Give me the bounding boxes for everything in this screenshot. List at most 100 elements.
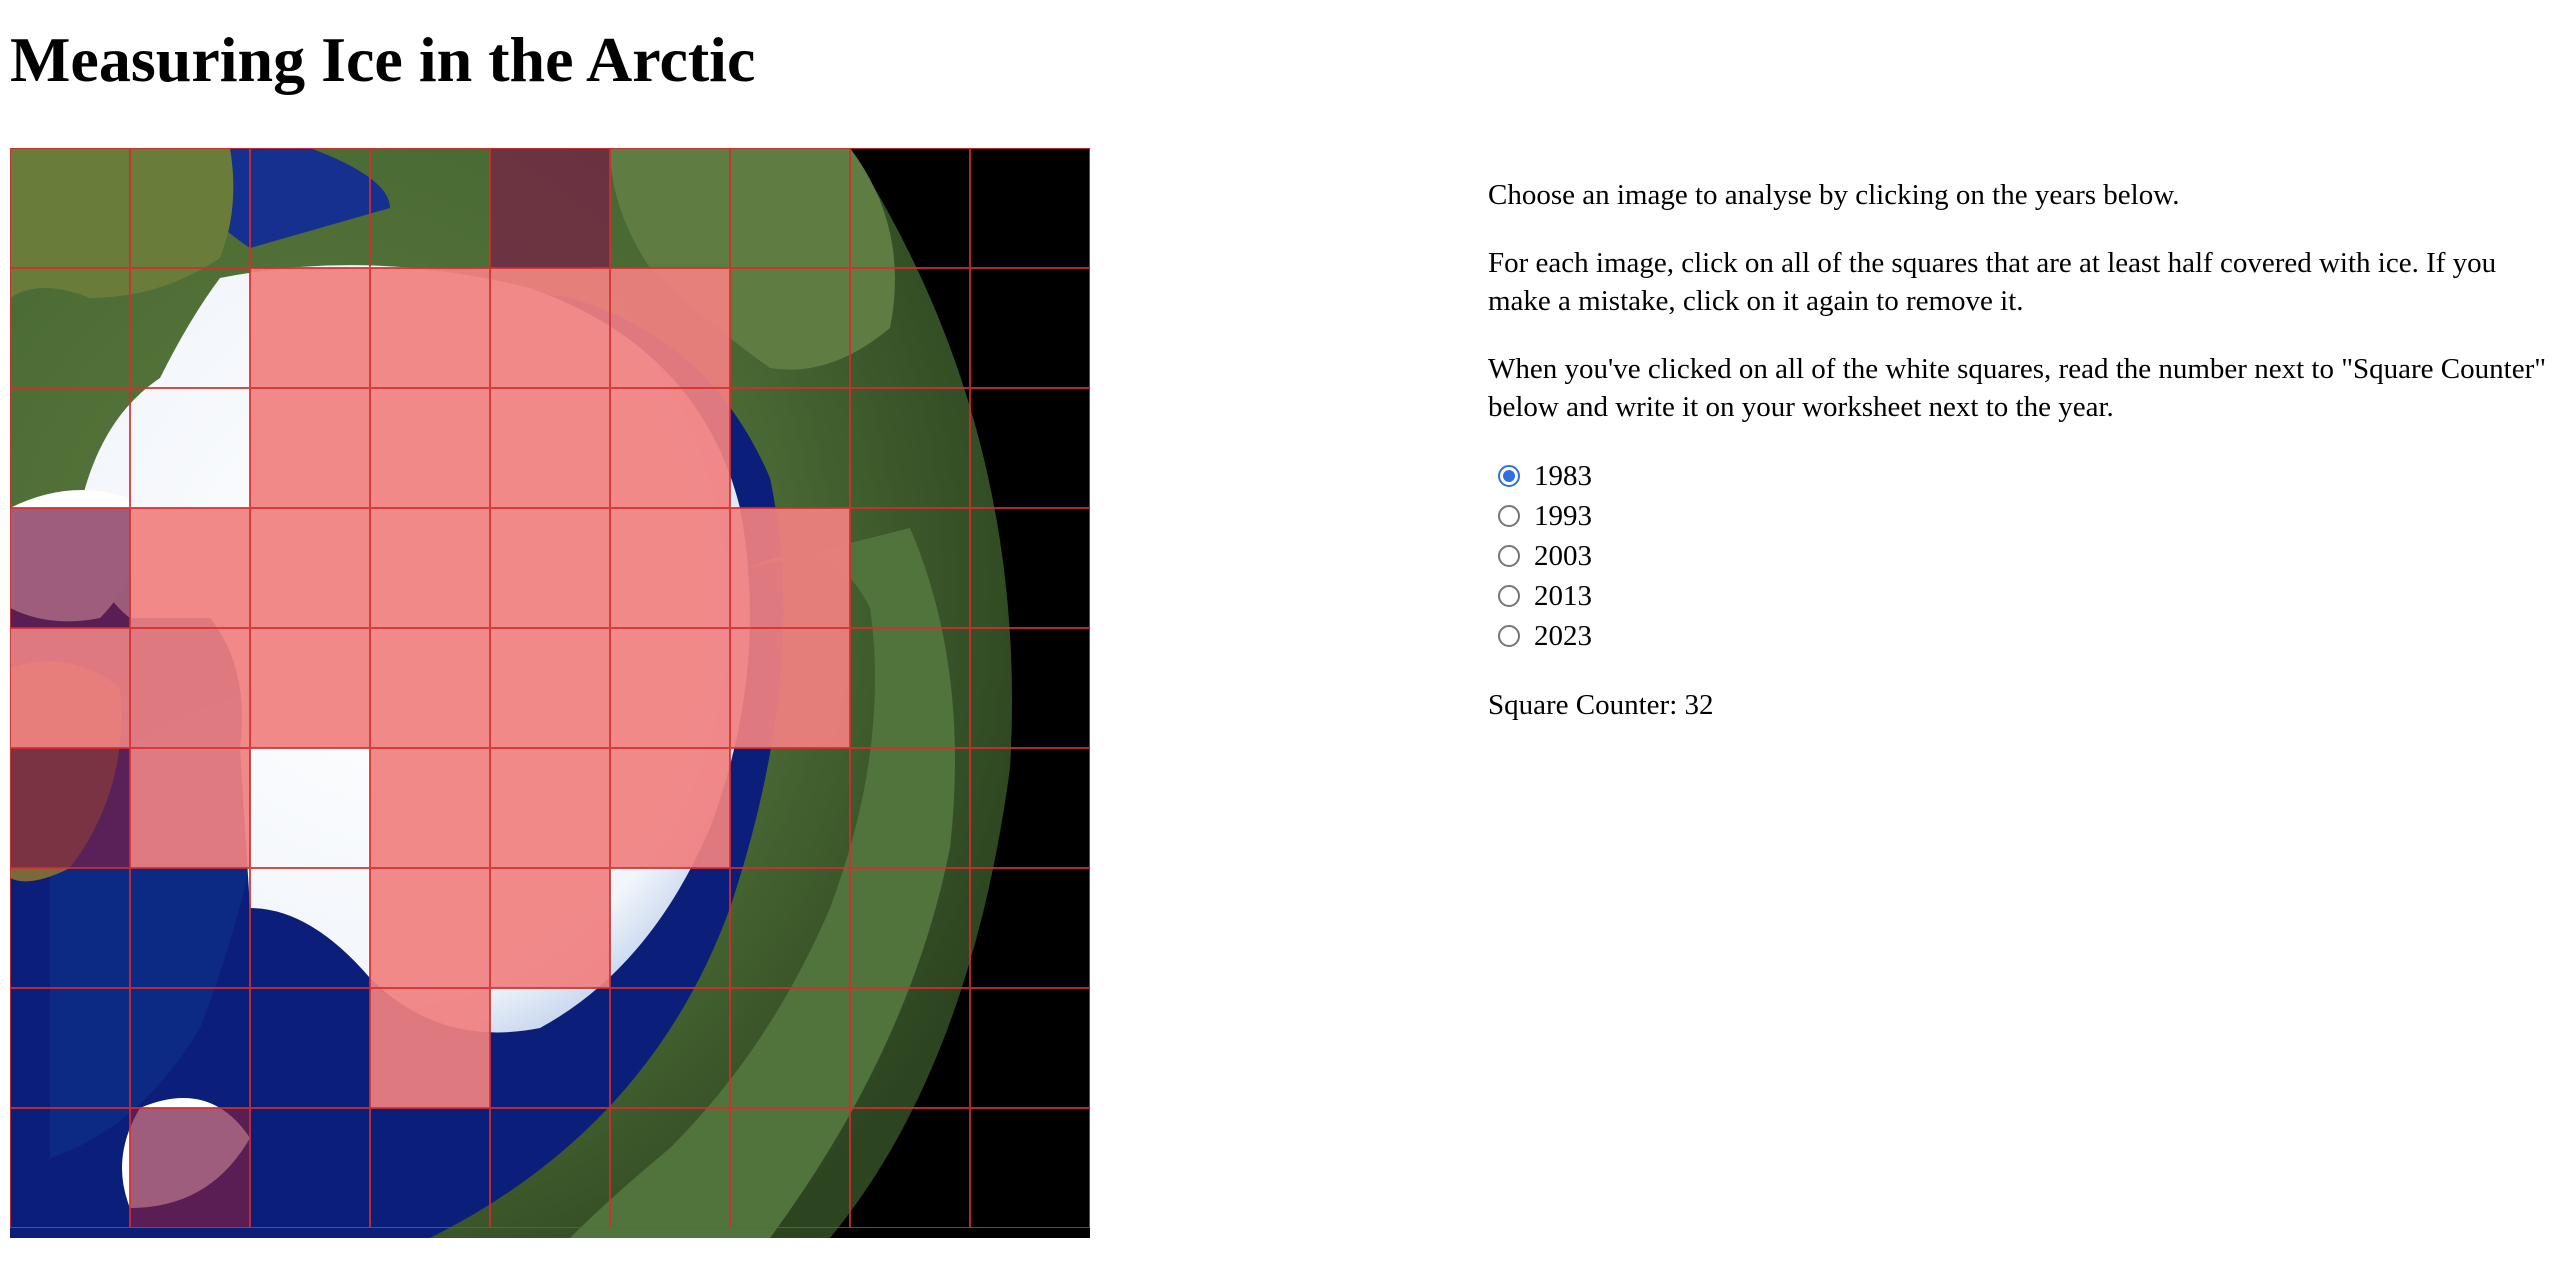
grid-cell[interactable] — [730, 868, 850, 988]
grid-cell[interactable] — [610, 148, 730, 268]
year-label-1983[interactable]: 1983 — [1534, 457, 1592, 495]
grid-cell[interactable] — [850, 868, 970, 988]
grid-cell[interactable] — [130, 268, 250, 388]
grid-cell[interactable] — [130, 628, 250, 748]
grid-cell[interactable] — [130, 388, 250, 508]
grid-cell[interactable] — [370, 748, 490, 868]
grid-cell[interactable] — [250, 628, 370, 748]
grid-cell[interactable] — [850, 148, 970, 268]
grid-cell[interactable] — [730, 748, 850, 868]
year-option-2013[interactable]: 2013 — [1488, 576, 2558, 616]
grid-cell[interactable] — [730, 988, 850, 1108]
radio-2023[interactable] — [1498, 625, 1520, 647]
grid-cell[interactable] — [250, 1108, 370, 1228]
grid-cell[interactable] — [610, 388, 730, 508]
grid-cell[interactable] — [610, 988, 730, 1108]
grid-cell[interactable] — [730, 1108, 850, 1228]
grid-cell[interactable] — [130, 508, 250, 628]
grid-cell[interactable] — [850, 628, 970, 748]
arctic-satellite-map[interactable] — [10, 148, 1090, 1238]
grid-cell[interactable] — [610, 1108, 730, 1228]
grid-cell[interactable] — [850, 1108, 970, 1228]
grid-cell[interactable] — [10, 508, 130, 628]
grid-cell[interactable] — [370, 868, 490, 988]
grid-cell[interactable] — [730, 268, 850, 388]
radio-1993[interactable] — [1498, 505, 1520, 527]
grid-cell[interactable] — [250, 268, 370, 388]
grid-cell[interactable] — [970, 508, 1090, 628]
year-label-2003[interactable]: 2003 — [1534, 537, 1592, 575]
radio-2003[interactable] — [1498, 545, 1520, 567]
grid-cell[interactable] — [850, 388, 970, 508]
grid-cell[interactable] — [970, 628, 1090, 748]
grid-cell[interactable] — [850, 508, 970, 628]
grid-cell[interactable] — [730, 388, 850, 508]
square-counter: Square Counter: 32 — [1488, 686, 2558, 724]
grid-cell[interactable] — [970, 1108, 1090, 1228]
grid-cell[interactable] — [610, 508, 730, 628]
year-option-2023[interactable]: 2023 — [1488, 616, 2558, 656]
grid-cell[interactable] — [10, 1108, 130, 1228]
grid-cell[interactable] — [490, 868, 610, 988]
grid-cell[interactable] — [370, 988, 490, 1108]
grid-cell[interactable] — [370, 1108, 490, 1228]
grid-cell[interactable] — [490, 628, 610, 748]
grid-cell[interactable] — [730, 628, 850, 748]
ice-grid[interactable] — [10, 148, 1090, 1238]
grid-cell[interactable] — [850, 268, 970, 388]
grid-cell[interactable] — [970, 748, 1090, 868]
grid-cell[interactable] — [250, 868, 370, 988]
grid-cell[interactable] — [130, 148, 250, 268]
grid-cell[interactable] — [250, 988, 370, 1108]
grid-cell[interactable] — [970, 868, 1090, 988]
grid-cell[interactable] — [370, 508, 490, 628]
grid-cell[interactable] — [610, 868, 730, 988]
grid-cell[interactable] — [490, 988, 610, 1108]
grid-cell[interactable] — [10, 388, 130, 508]
year-label-2023[interactable]: 2023 — [1534, 617, 1592, 655]
grid-cell[interactable] — [10, 628, 130, 748]
grid-cell[interactable] — [10, 148, 130, 268]
grid-cell[interactable] — [130, 748, 250, 868]
grid-cell[interactable] — [370, 148, 490, 268]
grid-cell[interactable] — [490, 268, 610, 388]
grid-cell[interactable] — [370, 628, 490, 748]
grid-cell[interactable] — [490, 388, 610, 508]
grid-cell[interactable] — [130, 1108, 250, 1228]
grid-cell[interactable] — [730, 508, 850, 628]
grid-cell[interactable] — [10, 748, 130, 868]
grid-cell[interactable] — [490, 1108, 610, 1228]
grid-cell[interactable] — [610, 628, 730, 748]
grid-cell[interactable] — [970, 388, 1090, 508]
grid-cell[interactable] — [250, 508, 370, 628]
grid-cell[interactable] — [970, 148, 1090, 268]
year-label-1993[interactable]: 1993 — [1534, 497, 1592, 535]
grid-cell[interactable] — [490, 148, 610, 268]
grid-cell[interactable] — [970, 268, 1090, 388]
grid-cell[interactable] — [490, 508, 610, 628]
grid-cell[interactable] — [730, 148, 850, 268]
grid-cell[interactable] — [10, 868, 130, 988]
year-option-2003[interactable]: 2003 — [1488, 536, 2558, 576]
radio-1983[interactable] — [1498, 465, 1520, 487]
radio-2013[interactable] — [1498, 585, 1520, 607]
grid-cell[interactable] — [250, 388, 370, 508]
grid-cell[interactable] — [10, 988, 130, 1108]
page-title: Measuring Ice in the Arctic — [10, 24, 756, 95]
grid-cell[interactable] — [610, 268, 730, 388]
grid-cell[interactable] — [10, 268, 130, 388]
grid-cell[interactable] — [370, 268, 490, 388]
grid-cell[interactable] — [490, 748, 610, 868]
year-option-1993[interactable]: 1993 — [1488, 496, 2558, 536]
grid-cell[interactable] — [850, 748, 970, 868]
grid-cell[interactable] — [610, 748, 730, 868]
year-label-2013[interactable]: 2013 — [1534, 577, 1592, 615]
grid-cell[interactable] — [970, 988, 1090, 1108]
grid-cell[interactable] — [250, 148, 370, 268]
year-option-1983[interactable]: 1983 — [1488, 456, 2558, 496]
grid-cell[interactable] — [370, 388, 490, 508]
grid-cell[interactable] — [130, 988, 250, 1108]
grid-cell[interactable] — [130, 868, 250, 988]
grid-cell[interactable] — [850, 988, 970, 1108]
grid-cell[interactable] — [250, 748, 370, 868]
